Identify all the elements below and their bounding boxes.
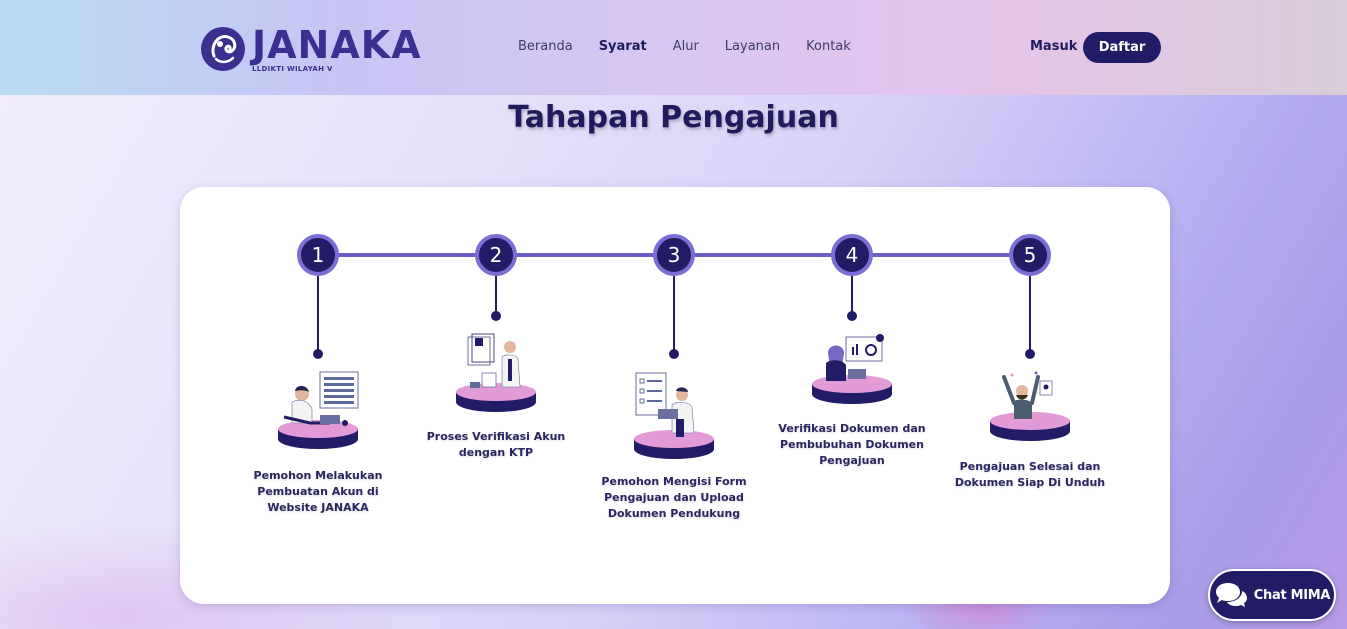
- verify-document-illustration: [812, 334, 892, 404]
- steps-card: 1 2 3 4 5 Pemohon Melakukan Pembuatan Ak…: [180, 187, 1170, 604]
- main-nav: Beranda Syarat Alur Layanan Kontak: [518, 39, 877, 54]
- step-2-label: Proses Verifikasi Akun dengan KTP: [426, 430, 566, 459]
- brand-subtitle: LLDIKTI WILAYAH V: [252, 65, 333, 73]
- site-header: JANAKA LLDIKTI WILAYAH V Beranda Syarat …: [0, 0, 1347, 95]
- step-4-label: Verifikasi Dokumen dan Pembubuhan Dokume…: [778, 422, 926, 467]
- brand-name: JANAKA: [252, 23, 422, 67]
- create-account-illustration: [278, 371, 359, 449]
- step-5-label: Pengajuan Selesai dan Dokumen Siap Di Un…: [954, 460, 1106, 489]
- chat-bubbles-icon: [1215, 583, 1247, 607]
- login-link[interactable]: Masuk: [1030, 39, 1077, 54]
- step-1-number: 1: [312, 243, 325, 267]
- step-3-label: Pemohon Mengisi Form Pengajuan dan Uploa…: [601, 475, 747, 520]
- step-1-label: Pemohon Melakukan Pembuatan Akun di Webs…: [253, 469, 383, 514]
- step-3-number: 3: [668, 243, 681, 267]
- verify-ktp-illustration: [456, 333, 536, 412]
- nav-item-syarat[interactable]: Syarat: [599, 39, 647, 54]
- chat-mima-label: Chat MIMA: [1253, 587, 1331, 603]
- nav-item-alur[interactable]: Alur: [673, 39, 699, 54]
- step-5-number: 5: [1024, 243, 1037, 267]
- nav-item-beranda[interactable]: Beranda: [518, 39, 573, 54]
- section-title: Tahapan Pengajuan: [508, 100, 839, 135]
- brand-logo[interactable]: JANAKA LLDIKTI WILAYAH V: [200, 26, 422, 73]
- nav-item-layanan[interactable]: Layanan: [725, 39, 780, 54]
- fill-form-illustration: [634, 372, 714, 459]
- register-button[interactable]: Daftar: [1083, 32, 1161, 63]
- chat-mima-button[interactable]: Chat MIMA: [1208, 569, 1336, 621]
- timeline: 1 2 3 4 5: [278, 234, 1070, 459]
- completed-illustration: [990, 371, 1070, 441]
- janaka-logo-icon: [201, 27, 245, 71]
- step-2-number: 2: [490, 243, 503, 267]
- step-4-number: 4: [846, 243, 859, 267]
- nav-item-kontak[interactable]: Kontak: [806, 39, 851, 54]
